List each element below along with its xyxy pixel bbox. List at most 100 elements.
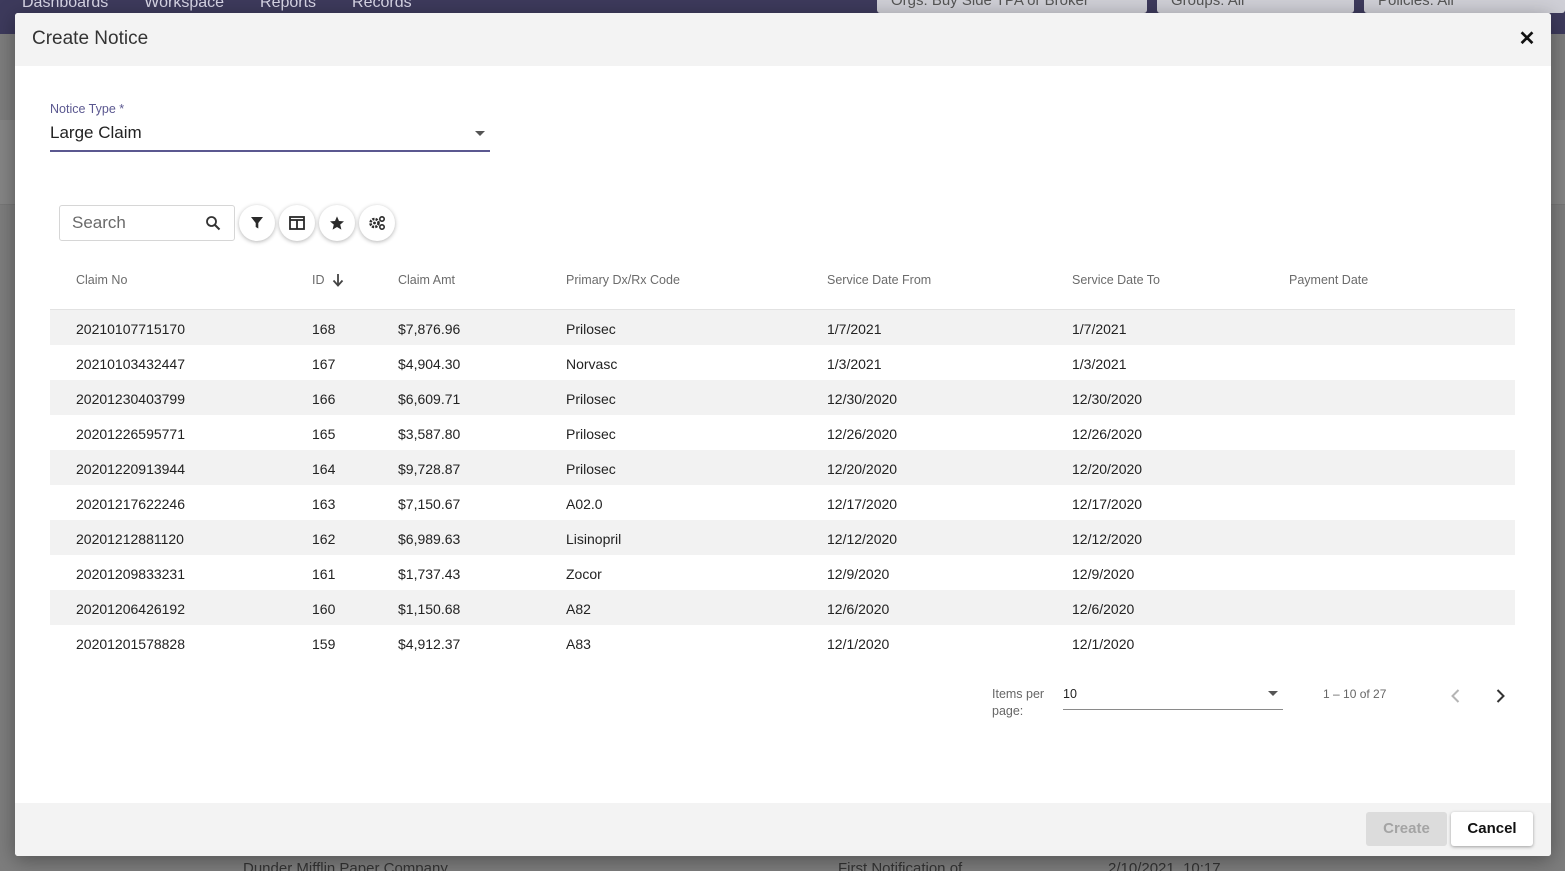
cell-claim-amt: $7,150.67 <box>398 496 461 512</box>
create-button[interactable]: Create <box>1366 812 1447 846</box>
cell-primary-code: Lisinopril <box>566 531 622 547</box>
cell-claim-no: 20201217622246 <box>76 496 186 512</box>
cell-claim-amt: $3,587.80 <box>398 426 461 442</box>
nav-dashboards: Dashboards <box>22 0 109 11</box>
cell-id: 159 <box>312 636 336 652</box>
column-header-primary-code[interactable]: Primary Dx/Rx Code <box>566 273 680 287</box>
cell-claim-no: 20201230403799 <box>76 391 186 407</box>
table-row[interactable]: 20201217622246 163 $7,150.67 A02.0 12/17/202… <box>50 485 1515 520</box>
cell-service-from: 12/6/2020 <box>827 601 890 617</box>
cell-service-from: 12/1/2020 <box>827 636 890 652</box>
table-row[interactable]: 20201201578828 159 $4,912.37 A83 12/1/2020 12… <box>50 625 1515 660</box>
bg-date-text: 2/10/2021, 10:17 <box>1108 860 1221 871</box>
notice-type-label: Notice Type <box>50 102 116 116</box>
column-header-service-to[interactable]: Service Date To <box>1072 273 1160 287</box>
search-icon[interactable] <box>205 215 221 231</box>
cancel-button[interactable]: Cancel <box>1451 812 1533 846</box>
cell-service-from: 12/20/2020 <box>827 461 898 477</box>
cell-service-from: 12/26/2020 <box>827 426 898 442</box>
cell-claim-amt: $1,150.68 <box>398 601 461 617</box>
dialog-header: Create Notice ✕ <box>15 13 1551 66</box>
orgs-filter-chip: Orgs: Buy Side TPA or Broker <box>877 0 1147 13</box>
notice-type-value: Large Claim <box>50 123 142 142</box>
cell-service-to: 12/17/2020 <box>1072 496 1143 512</box>
groups-filter-chip: Groups: All <box>1157 0 1354 13</box>
cell-id: 166 <box>312 391 336 407</box>
cell-service-to: 12/6/2020 <box>1072 601 1135 617</box>
column-header-service-from[interactable]: Service Date From <box>827 273 931 287</box>
table-row[interactable]: 20210103432447 167 $4,904.30 Norvasc 1/3/202… <box>50 345 1515 380</box>
cell-primary-code: Prilosec <box>566 426 616 442</box>
search-box <box>59 205 235 241</box>
claims-table: Claim No ID Claim Amt Primary Dx/Rx Code… <box>50 261 1515 660</box>
favorites-button[interactable] <box>319 205 355 241</box>
cell-id: 163 <box>312 496 336 512</box>
table-row[interactable]: 20201212881120 162 $6,989.63 Lisinopril 12/1… <box>50 520 1515 555</box>
cell-primary-code: Norvasc <box>566 356 618 372</box>
cell-id: 160 <box>312 601 336 617</box>
bg-company-text: Dunder Mifflin Paper Company <box>243 860 448 871</box>
cell-claim-amt: $9,728.87 <box>398 461 461 477</box>
bg-notification-text: First Notification of <box>838 860 963 871</box>
filter-button[interactable] <box>239 205 275 241</box>
table-row[interactable]: 20201230403799 166 $6,609.71 Prilosec 12/30/… <box>50 380 1515 415</box>
cell-service-to: 12/1/2020 <box>1072 636 1135 652</box>
columns-button[interactable] <box>279 205 315 241</box>
cell-primary-code: A83 <box>566 636 591 652</box>
cell-service-to: 12/30/2020 <box>1072 391 1143 407</box>
cell-claim-amt: $7,876.96 <box>398 321 461 337</box>
cell-service-to: 12/20/2020 <box>1072 461 1143 477</box>
cell-service-to: 12/26/2020 <box>1072 426 1143 442</box>
next-page-icon[interactable] <box>1490 686 1510 706</box>
cell-claim-no: 20201209833231 <box>76 566 186 582</box>
column-header-claim-amt[interactable]: Claim Amt <box>398 273 455 287</box>
cell-service-from: 12/17/2020 <box>827 496 898 512</box>
column-header-claim-no[interactable]: Claim No <box>76 273 127 287</box>
search-input[interactable] <box>60 206 200 240</box>
cell-service-to: 12/12/2020 <box>1072 531 1143 547</box>
cell-id: 165 <box>312 426 336 442</box>
cell-service-to: 12/9/2020 <box>1072 566 1135 582</box>
cell-service-from: 1/3/2021 <box>827 356 882 372</box>
notice-type-field: Notice Type * Large Claim <box>50 102 490 152</box>
table-row[interactable]: 20201220913944 164 $9,728.87 Prilosec 12/20/… <box>50 450 1515 485</box>
table-row[interactable]: 20201209833231 161 $1,737.43 Zocor 12/9/2020… <box>50 555 1515 590</box>
cell-claim-no: 20201212881120 <box>76 531 184 547</box>
filter-icon <box>251 217 263 229</box>
table-row[interactable]: 20210107715170 168 $7,876.96 Prilosec 1/7/20… <box>50 310 1515 345</box>
cell-claim-amt: $1,737.43 <box>398 566 461 582</box>
cell-service-to: 1/7/2021 <box>1072 321 1127 337</box>
table-body: 20210107715170 168 $7,876.96 Prilosec 1/7/20… <box>50 310 1515 660</box>
items-per-page-select[interactable]: 10 <box>1063 686 1283 710</box>
table-row[interactable]: 20201206426192 160 $1,150.68 A82 12/6/2020 12… <box>50 590 1515 625</box>
settings-icon <box>369 215 386 231</box>
column-header-id[interactable]: ID <box>312 273 344 287</box>
cell-service-to: 1/3/2021 <box>1072 356 1127 372</box>
required-mark: * <box>119 102 125 116</box>
close-icon[interactable]: ✕ <box>1517 29 1537 49</box>
dialog-footer: Create Cancel <box>15 803 1551 856</box>
cell-primary-code: Prilosec <box>566 391 616 407</box>
previous-page-icon[interactable] <box>1446 686 1466 706</box>
cell-id: 167 <box>312 356 336 372</box>
notice-type-select[interactable]: Large Claim <box>50 122 490 152</box>
columns-icon <box>289 216 305 230</box>
nav-reports: Reports <box>260 0 317 11</box>
cell-service-from: 1/7/2021 <box>827 321 882 337</box>
cell-primary-code: Prilosec <box>566 461 616 477</box>
table-row[interactable]: 20201226595771 165 $3,587.80 Prilosec 12/26/… <box>50 415 1515 450</box>
settings-button[interactable] <box>359 205 395 241</box>
cell-claim-amt: $4,912.37 <box>398 636 461 652</box>
policies-filter-chip: Policies: All <box>1364 0 1565 13</box>
cell-claim-amt: $4,904.30 <box>398 356 461 372</box>
table-toolbar <box>59 205 395 241</box>
column-header-payment-date[interactable]: Payment Date <box>1289 273 1368 287</box>
cell-claim-no: 20201206426192 <box>76 601 186 617</box>
cell-claim-no: 20210107715170 <box>76 321 186 337</box>
cell-claim-no: 20210103432447 <box>76 356 186 372</box>
cell-id: 168 <box>312 321 336 337</box>
nav-workspace: Workspace <box>144 0 225 11</box>
cell-service-from: 12/30/2020 <box>827 391 898 407</box>
items-per-page-label: Items per page: <box>992 687 1045 718</box>
star-icon <box>330 216 344 230</box>
